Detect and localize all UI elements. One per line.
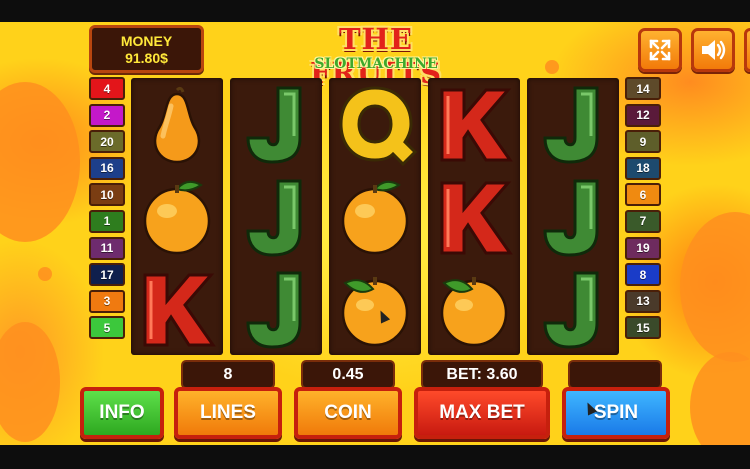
money-value: 91.80$ (125, 50, 168, 66)
symbol-k (428, 171, 520, 263)
symbol-peach (329, 263, 421, 355)
paylines-right: 14 12 9 18 6 7 19 8 13 15 (625, 77, 661, 343)
symbol-j (527, 171, 619, 263)
reel-4 (428, 78, 520, 355)
background-splash (680, 212, 750, 362)
payline-badge[interactable]: 16 (89, 156, 125, 180)
payline-badge[interactable]: 7 (625, 209, 661, 233)
browser-bottom-bar (0, 445, 750, 469)
payline-badge[interactable]: 14 (625, 77, 661, 100)
lines-button[interactable]: LINES (174, 387, 282, 439)
reel-1 (131, 78, 223, 355)
coin-value-display: 0.45 (301, 360, 395, 389)
reel-3 (329, 78, 421, 355)
browser-top-bar (0, 0, 750, 22)
symbol-k (131, 263, 223, 355)
speaker-icon (702, 40, 726, 60)
payline-badge[interactable]: 12 (625, 103, 661, 127)
payline-badge[interactable]: 19 (625, 236, 661, 260)
bet-value-display: BET: 3.60 (421, 360, 543, 389)
payline-badge[interactable]: 5 (89, 316, 125, 340)
symbol-j (230, 171, 322, 263)
paylines-left: 4 2 20 16 10 1 11 17 3 5 (89, 77, 125, 343)
fullscreen-icon (649, 39, 671, 61)
payline-badge[interactable]: 11 (89, 236, 125, 260)
reel-2 (230, 78, 322, 355)
payline-badge[interactable]: 3 (89, 289, 125, 313)
payline-badge[interactable]: 20 (89, 130, 125, 154)
symbol-orange (131, 171, 223, 263)
symbol-k (428, 78, 520, 170)
symbol-j (527, 78, 619, 170)
symbol-j (230, 263, 322, 355)
payline-badge[interactable]: 18 (625, 156, 661, 180)
payline-badge[interactable]: 6 (625, 183, 661, 207)
spin-button[interactable]: SPIN (562, 387, 670, 439)
symbol-j (230, 78, 322, 170)
payline-badge[interactable]: 13 (625, 289, 661, 313)
symbol-pear (131, 78, 223, 170)
payline-badge[interactable]: 4 (89, 77, 125, 100)
max-bet-button[interactable]: MAX BET (414, 387, 550, 439)
symbol-peach (428, 263, 520, 355)
money-display: MONEY 91.80$ (89, 25, 204, 73)
lines-value-display: 8 (181, 360, 275, 389)
symbol-j (527, 263, 619, 355)
payline-badge[interactable]: 8 (625, 263, 661, 287)
game-stage: MONEY 91.80$ THE FRUITS SLOTMACHINE 4 2 20… (0, 22, 750, 445)
menu-button-edge[interactable] (744, 28, 750, 72)
background-splash (0, 322, 60, 442)
money-label: MONEY (120, 33, 173, 49)
sound-button[interactable] (691, 28, 735, 72)
symbol-q (329, 78, 421, 170)
background-splash (0, 82, 80, 242)
background-splash (690, 352, 750, 445)
payline-badge[interactable]: 9 (625, 130, 661, 154)
payline-badge[interactable]: 15 (625, 316, 661, 340)
background-splash (38, 267, 52, 281)
fullscreen-button[interactable] (638, 28, 682, 72)
win-value-display (568, 360, 662, 389)
reel-5 (527, 78, 619, 355)
payline-badge[interactable]: 1 (89, 209, 125, 233)
payline-badge[interactable]: 17 (89, 263, 125, 287)
game-subtitle: SLOTMACHINE (314, 56, 438, 72)
info-button[interactable]: INFO (80, 387, 164, 439)
payline-badge[interactable]: 10 (89, 183, 125, 207)
background-splash (545, 60, 559, 74)
symbol-orange (329, 171, 421, 263)
coin-button[interactable]: COIN (294, 387, 402, 439)
payline-badge[interactable]: 2 (89, 103, 125, 127)
